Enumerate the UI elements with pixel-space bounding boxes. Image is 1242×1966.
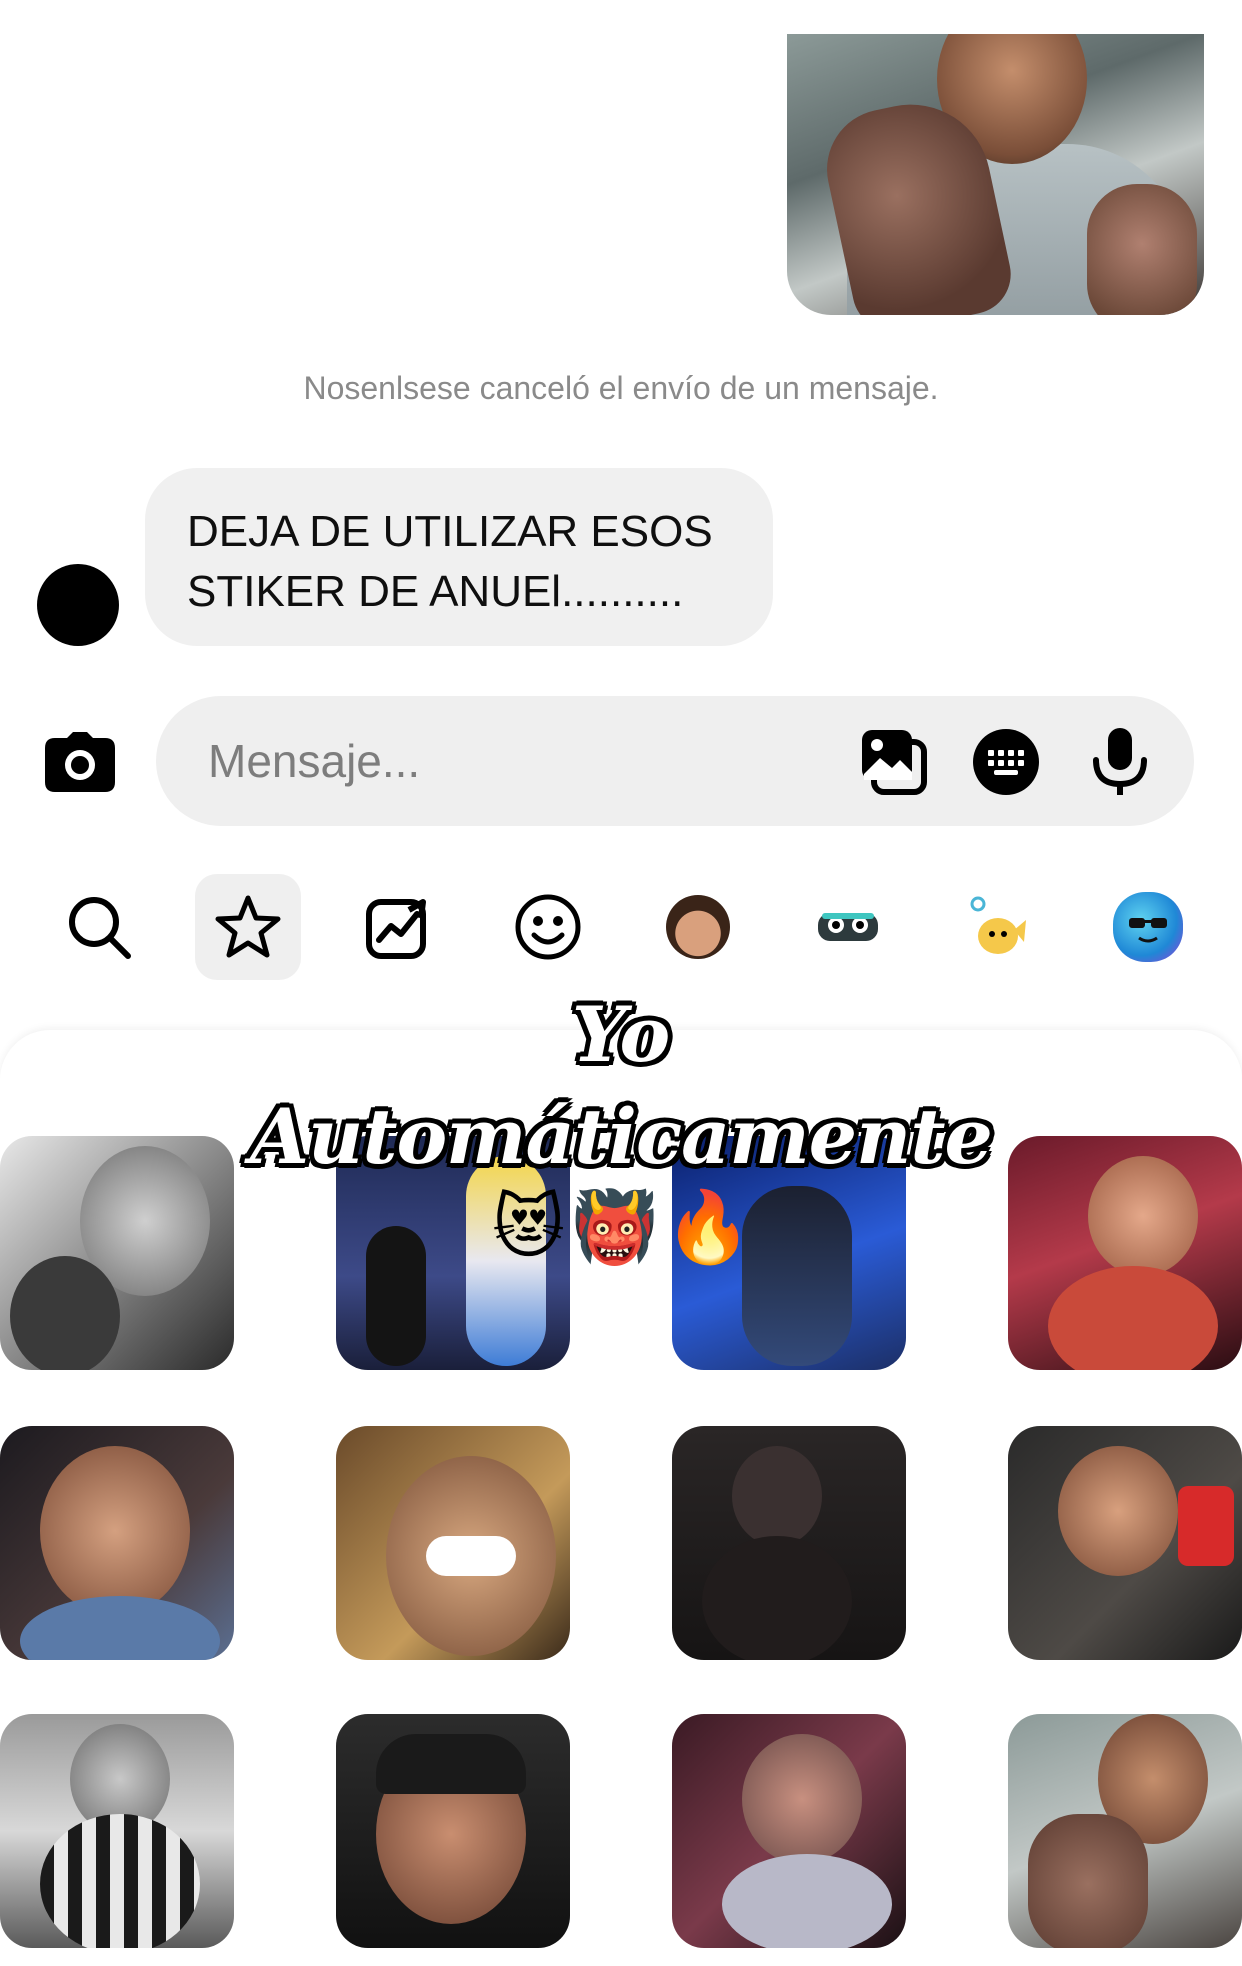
photo-hand-right xyxy=(1087,184,1197,315)
sticker-category-tray xyxy=(0,870,1242,982)
sticker-cup xyxy=(1178,1486,1234,1566)
sticker-hand xyxy=(1028,1814,1148,1948)
sticker-jersey xyxy=(40,1814,200,1948)
gallery-button[interactable] xyxy=(860,728,928,796)
message-composer xyxy=(156,696,1194,826)
sticker-item[interactable] xyxy=(0,1714,234,1948)
monster-icon xyxy=(818,913,878,941)
sticker-item[interactable] xyxy=(336,1714,570,1948)
contact-avatar[interactable] xyxy=(37,564,119,646)
tray-avatar[interactable] xyxy=(645,874,751,980)
fish-icon xyxy=(970,896,1026,954)
incoming-message-bubble[interactable]: DEJA DE UTILIZAR ESOS STIKER DE ANUEl...… xyxy=(145,468,773,646)
sticker-item[interactable] xyxy=(0,1426,234,1660)
tray-fish[interactable] xyxy=(945,874,1051,980)
sticker-body xyxy=(722,1854,892,1948)
sticker-item[interactable] xyxy=(336,1426,570,1660)
sticker-figure-2 xyxy=(366,1226,426,1366)
meme-caption-line1: Yo xyxy=(571,990,671,1079)
sticker-body xyxy=(20,1596,220,1660)
trending-icon xyxy=(366,899,426,959)
sticker-body xyxy=(10,1256,120,1370)
gallery-icon xyxy=(862,730,927,795)
keyboard-toggle-button[interactable] xyxy=(972,728,1040,796)
meme-emoji-row: 😻 👹 🔥 xyxy=(492,1186,752,1276)
heart-eyes-cat-emoji: 😻 xyxy=(492,1186,565,1268)
tray-monster[interactable] xyxy=(795,874,901,980)
blob-icon xyxy=(1113,892,1183,962)
keyboard-icon xyxy=(973,729,1039,795)
sticker-face xyxy=(1058,1446,1178,1576)
search-icon xyxy=(69,897,131,959)
sticker-hair xyxy=(376,1734,526,1794)
sent-photo-message[interactable] xyxy=(787,34,1204,315)
tray-trending[interactable] xyxy=(345,874,451,980)
sticker-face xyxy=(732,1446,822,1546)
tray-blob[interactable] xyxy=(1095,874,1201,980)
voice-message-button[interactable] xyxy=(1086,728,1154,796)
avatar-face-icon xyxy=(666,895,730,959)
meme-caption-line2: Automáticamente xyxy=(250,1092,993,1181)
microphone-icon xyxy=(1093,728,1147,795)
sticker-body xyxy=(1048,1266,1218,1370)
sticker-smile xyxy=(426,1536,516,1576)
tray-favorites[interactable] xyxy=(195,874,301,980)
sticker-item[interactable] xyxy=(1008,1426,1242,1660)
tray-search[interactable] xyxy=(46,874,152,980)
smiley-icon xyxy=(515,894,581,960)
star-icon xyxy=(215,895,281,958)
ogre-emoji: 👹 xyxy=(571,1186,659,1268)
sticker-body xyxy=(702,1536,852,1660)
sticker-item[interactable] xyxy=(1008,1714,1242,1948)
tray-emoji[interactable] xyxy=(495,874,601,980)
unsent-notice: Nosenlsese canceló el envío de un mensaj… xyxy=(303,370,939,406)
sticker-face xyxy=(40,1446,190,1616)
sticker-item[interactable] xyxy=(672,1714,906,1948)
sticker-face xyxy=(742,1734,862,1864)
fire-emoji: 🔥 xyxy=(664,1186,752,1268)
camera-icon xyxy=(45,732,115,792)
sticker-item[interactable] xyxy=(672,1426,906,1660)
message-input[interactable] xyxy=(208,726,768,796)
camera-button[interactable] xyxy=(40,722,120,802)
sticker-figure xyxy=(742,1186,852,1366)
